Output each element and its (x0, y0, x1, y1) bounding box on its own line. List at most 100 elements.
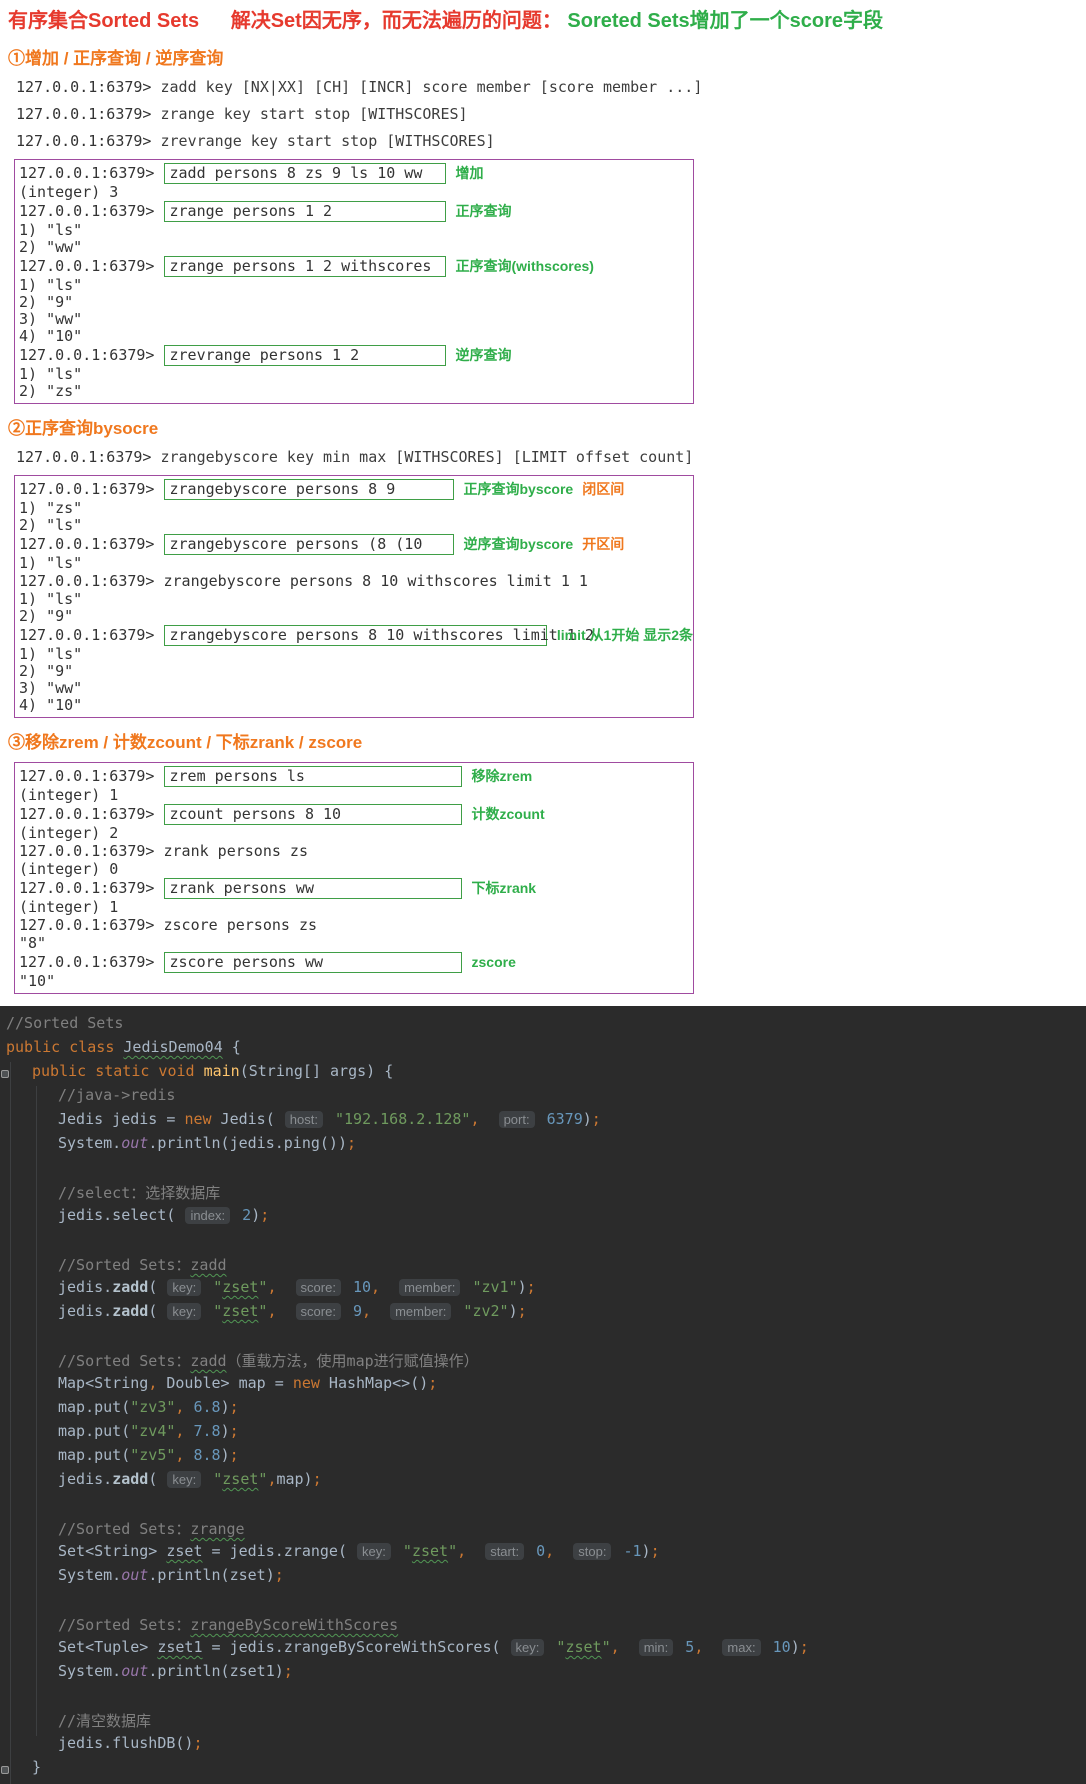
annotation-label: 增加 (456, 165, 484, 182)
terminal-line: 1) "ls" (19, 591, 693, 608)
annotation-label: 正序查询(withscores) (456, 258, 594, 275)
fold-marker-icon[interactable] (1, 1070, 9, 1078)
terminal-line: 127.0.0.1:6379> zscore persons wwzscore (19, 952, 693, 973)
code-token: //清空数据库 (58, 1712, 151, 1730)
code-token: ; (230, 1422, 239, 1440)
code-token: 2 (242, 1206, 251, 1224)
code-line (0, 1326, 1086, 1350)
code-token (764, 1638, 773, 1656)
code-token: ) (642, 1542, 651, 1560)
code-token (380, 1278, 398, 1296)
terminal-line: (integer) 0 (19, 861, 693, 878)
code-token (538, 1110, 547, 1128)
code-token: //Sorted Sets： (58, 1520, 190, 1538)
code-token: ) (221, 1446, 230, 1464)
annotation-label: 开区间 (582, 536, 624, 553)
code-token (466, 1542, 484, 1560)
code-line: System.out.println(zset); (0, 1566, 1086, 1590)
code-token (554, 1542, 572, 1560)
annotation-label: zscore (472, 954, 516, 971)
code-token: .println(zset1) (148, 1662, 283, 1680)
code-token: ; (230, 1398, 239, 1416)
terminal-line: (integer) 1 (19, 787, 693, 804)
command-syntax-text: zrevrange key start stop [WITHSCORES] (161, 132, 495, 150)
code-token: ( (148, 1278, 166, 1296)
code-token: //Sorted Sets (6, 1014, 123, 1032)
code-token: ; (275, 1566, 284, 1584)
code-token: Jedis jedis = (58, 1110, 184, 1128)
redis-prompt: 127.0.0.1:6379> (16, 132, 161, 150)
code-token: ; (518, 1302, 527, 1320)
annotation-label: 逆序查询 (456, 347, 512, 364)
code-line: jedis.flushDB(); (0, 1734, 1086, 1758)
terminal-line: 1) "ls" (19, 277, 693, 294)
code-line: map.put("zv4", 7.8); (0, 1422, 1086, 1446)
code-token: 6.8 (193, 1398, 220, 1416)
fold-marker-icon[interactable] (1, 1766, 9, 1774)
code-token (233, 1206, 242, 1224)
code-token: ; (651, 1542, 660, 1560)
code-token: 5 (685, 1638, 694, 1656)
redis-prompt: 127.0.0.1:6379> (19, 843, 164, 860)
terminal-output-text: (integer) 3 (19, 184, 118, 201)
code-token: , (470, 1110, 479, 1128)
code-token: member: (399, 1279, 460, 1296)
code-line: Set<Tuple> zset1 = jedis.zrangeByScoreWi… (0, 1638, 1086, 1662)
command-text: zrange persons 1 2 (164, 201, 446, 222)
redis-prompt: 127.0.0.1:6379> (19, 627, 164, 644)
code-token: jedis. (58, 1278, 112, 1296)
redis-prompt: 127.0.0.1:6379> (19, 954, 164, 971)
command-text: zrem persons ls (164, 766, 462, 787)
redis-prompt: 127.0.0.1:6379> (19, 165, 164, 182)
code-line: //Sorted Sets：zadd（重载方法，使用map进行赋值操作） (0, 1350, 1086, 1374)
terminal-line: 1) "zs" (19, 500, 693, 517)
code-token: member: (390, 1303, 451, 1320)
terminal-line: 127.0.0.1:6379> zrange persons 1 2 withs… (19, 256, 693, 277)
code-token: .println(jedis.ping()) (148, 1134, 347, 1152)
terminal-output-text: 1) "ls" (19, 591, 82, 608)
annotation-label: 移除zrem (472, 768, 533, 785)
terminal-output-text: (integer) 1 (19, 899, 118, 916)
redis-sorted-sets-notes-page: 有序集合Sorted Sets 解决Set因无序，而无法遍历的问题： Soret… (0, 0, 1086, 1784)
terminal-output-text: 4) "10" (19, 328, 82, 345)
terminal-output-text: 4) "10" (19, 697, 82, 714)
code-token: 0 (536, 1542, 545, 1560)
code-line (0, 1158, 1086, 1182)
code-token: "zv2" (463, 1302, 508, 1320)
terminal-output-text: 2) "ls" (19, 517, 82, 534)
code-line: jedis.select( index: 2); (0, 1206, 1086, 1230)
code-token: out (121, 1662, 148, 1680)
code-editor[interactable]: //Sorted Sets public class JedisDemo04 {p… (0, 1006, 1086, 1784)
code-token: key: (167, 1303, 201, 1320)
section-heading: ②正序查询bysocre (8, 414, 1078, 439)
code-token: ) (221, 1398, 230, 1416)
code-token: ( (148, 1470, 166, 1488)
code-token: //Sorted Sets： (58, 1256, 190, 1274)
command-text: zrank persons zs (164, 842, 309, 861)
code-token (676, 1638, 685, 1656)
code-token: , (694, 1638, 703, 1656)
code-token: ; (193, 1734, 202, 1752)
terminal-output-box: 127.0.0.1:6379> zadd persons 8 zs 9 ls 1… (14, 159, 694, 404)
code-token: //Sorted Sets： (58, 1352, 190, 1370)
annotation-label: 正序查询 (456, 203, 512, 220)
terminal-line: 2) "ww" (19, 239, 693, 256)
terminal-output-text: 2) "9" (19, 663, 73, 680)
code-token: ) (583, 1110, 592, 1128)
code-token: 6379 (547, 1110, 583, 1128)
code-token: Map<String (58, 1374, 148, 1392)
annotation-label: limit 从1开始 显示2条 (557, 627, 693, 644)
code-token: zset (222, 1302, 258, 1320)
code-token: ; (284, 1662, 293, 1680)
code-line: jedis.zadd( key: "zset", score: 10, memb… (0, 1278, 1086, 1302)
code-line: map.put("zv3", 6.8); (0, 1398, 1086, 1422)
code-token (326, 1110, 335, 1128)
code-token: zadd (112, 1470, 148, 1488)
code-token (344, 1302, 353, 1320)
code-token (371, 1302, 389, 1320)
code-token: Set<String> (58, 1542, 166, 1560)
code-line: jedis.zadd( key: "zset",map); (0, 1470, 1086, 1494)
code-token (620, 1638, 638, 1656)
code-token: public class (6, 1038, 123, 1056)
code-line: public class JedisDemo04 { (0, 1038, 1086, 1062)
